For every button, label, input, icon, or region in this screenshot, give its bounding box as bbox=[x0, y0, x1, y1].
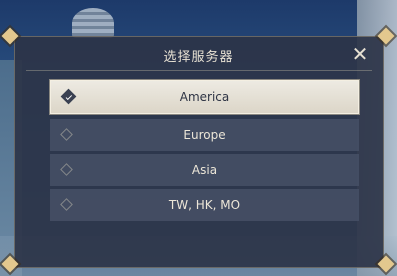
server-label: Europe bbox=[183, 128, 226, 142]
diamond-icon bbox=[60, 198, 73, 211]
server-label: TW, HK, MO bbox=[168, 198, 241, 212]
server-label: Asia bbox=[191, 163, 218, 177]
server-item-europe[interactable]: Europe bbox=[50, 119, 359, 151]
selected-check-diamond-icon bbox=[60, 88, 77, 105]
title-divider bbox=[26, 70, 372, 71]
diamond-icon bbox=[60, 128, 73, 141]
server-item-asia[interactable]: Asia bbox=[50, 154, 359, 186]
close-icon[interactable]: ✕ bbox=[350, 44, 370, 64]
dialog-title: 选择服务器 bbox=[163, 50, 234, 65]
server-item-tw-hk-mo[interactable]: TW, HK, MO bbox=[50, 189, 359, 221]
server-label: America bbox=[179, 90, 230, 104]
server-list: America Europe Asia TW, HK, MO bbox=[50, 80, 359, 224]
server-item-america[interactable]: America bbox=[50, 80, 359, 114]
diamond-icon bbox=[60, 163, 73, 176]
background-tower bbox=[72, 8, 114, 38]
